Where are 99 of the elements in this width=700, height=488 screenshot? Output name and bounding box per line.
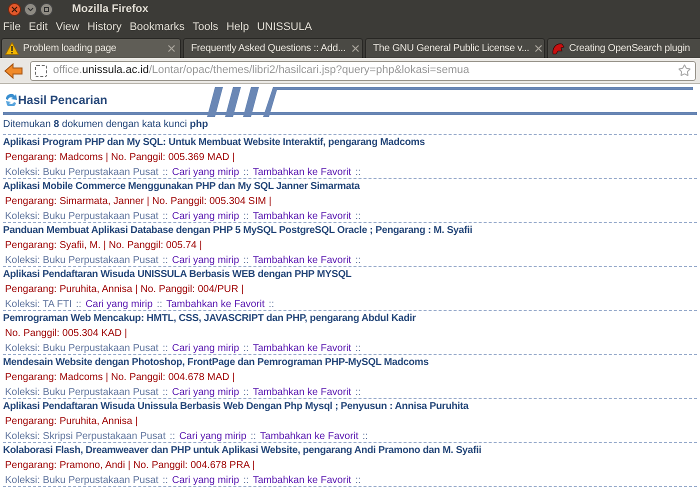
menu-item[interactable]: View xyxy=(56,18,80,36)
tab-title: Problem loading page xyxy=(23,42,118,56)
favorite-link[interactable]: Tambahkan ke Favorit xyxy=(260,429,358,444)
url-text: office.unissula.ac.id/Lontar/opac/themes/libri2/hasilcari.jsp?query=php&lokasi=semua xyxy=(53,63,470,78)
browser-tab[interactable]: Creating OpenSearch plugin xyxy=(547,38,700,58)
menu-item[interactable]: Help xyxy=(226,18,249,36)
separator: :: xyxy=(170,430,176,444)
menu-item[interactable]: Tools xyxy=(192,18,218,36)
separator: :: xyxy=(162,474,168,488)
result-meta: Pengarang: Puruhita, Annisa | xyxy=(4,415,139,429)
separator: :: xyxy=(243,474,249,488)
address-bar[interactable]: office.unissula.ac.id/Lontar/opac/themes/libri2/hasilcari.jsp?query=php&lokasi=semua xyxy=(30,60,696,80)
separator: :: xyxy=(162,210,168,224)
collection-label: Koleksi: Buku Perpustakaan Pusat xyxy=(5,254,158,268)
similar-link[interactable]: Cari yang mirip xyxy=(172,209,240,224)
favorite-link[interactable]: Tambahkan ke Favorit xyxy=(252,165,352,180)
back-arrow-icon[interactable] xyxy=(4,62,24,80)
tab-title: Creating OpenSearch plugin xyxy=(569,42,691,56)
separator: :: xyxy=(268,298,274,312)
result-title-link[interactable]: Aplikasi Mobile Commerce Menggunakan PHP dan My SQL Janner Simarmata xyxy=(3,179,697,194)
result-meta: Pengarang: Madcoms | No. Panggil: 005.369 MAD | xyxy=(4,151,236,165)
separator: :: xyxy=(243,210,249,224)
tab-title: The GNU General Public License v... xyxy=(373,42,530,56)
warning-icon xyxy=(5,42,19,55)
separator: :: xyxy=(355,474,361,488)
separator: :: xyxy=(162,254,168,268)
square-icon xyxy=(44,6,49,12)
page-icon xyxy=(35,64,47,76)
similar-link[interactable]: Cari yang mirip xyxy=(172,165,240,180)
favorite-link[interactable]: Tambahkan ke Favorit xyxy=(252,341,352,356)
window-title: Mozilla Firefox xyxy=(72,2,148,17)
separator: :: xyxy=(243,386,249,400)
result-title-link[interactable]: Aplikasi Pendaftaran Wisuda Unissula Berbasis Web Dengan Php Mysql ; Penyusun : Annisa Puruhita xyxy=(3,399,697,414)
result-title-link[interactable]: Mendesain Website dengan Photoshop, FrontPage dan Pemrograman PHP-MySQL Madcoms xyxy=(3,355,697,370)
result-meta: No. Panggil: 005.304 KAD | xyxy=(4,327,128,341)
menu-item[interactable]: File xyxy=(3,18,21,36)
bookmark-star-icon[interactable] xyxy=(678,64,691,77)
result-title-link[interactable]: Panduan Membuat Aplikasi Database dengan PHP 5 MySQL PostgreSQL Oracle ; Pengarang : M. Syafii xyxy=(3,223,697,238)
favorite-link[interactable]: Tambahkan ke Favorit xyxy=(252,473,352,488)
collection-label: Koleksi: TA FTI xyxy=(5,298,72,312)
result-title-link[interactable]: Kolaborasi Flash, Dreamweaver dan PHP untuk Aplikasi Website, pengarang Andi Pramono dan M. Syafii xyxy=(3,443,697,458)
separator: :: xyxy=(162,166,168,180)
close-icon[interactable] xyxy=(350,43,361,54)
favorite-link[interactable]: Tambahkan ke Favorit xyxy=(252,385,352,400)
separator: :: xyxy=(250,430,256,444)
result-title-link[interactable]: Aplikasi Pendaftaran Wisuda UNISSULA Berbasis WEB dengan PHP MYSQL xyxy=(3,267,697,282)
browser-tab[interactable]: Frequently Asked Questions :: Add... xyxy=(183,38,363,58)
menu-item[interactable]: Edit xyxy=(28,18,48,36)
separator: :: xyxy=(355,342,361,356)
separator: :: xyxy=(76,298,82,312)
browser-tab[interactable]: The GNU General Public License v... xyxy=(365,38,545,58)
page-heading: Hasil Pencarian xyxy=(18,92,108,108)
separator: :: xyxy=(243,342,249,356)
similar-link[interactable]: Cari yang mirip xyxy=(172,473,240,488)
favorite-link[interactable]: Tambahkan ke Favorit xyxy=(166,297,265,312)
similar-link[interactable]: Cari yang mirip xyxy=(172,341,240,356)
favorite-link[interactable]: Tambahkan ke Favorit xyxy=(252,253,352,268)
result-meta: Pengarang: Madcoms | No. Panggil: 004.678 MAD | xyxy=(4,371,236,385)
result-meta: Pengarang: Puruhita, Annisa | No. Panggil: 004/PUR | xyxy=(4,283,245,297)
collection-label: Koleksi: Buku Perpustakaan Pusat xyxy=(5,386,158,400)
similar-link[interactable]: Cari yang mirip xyxy=(172,253,240,268)
separator: :: xyxy=(355,166,361,180)
dragon-icon xyxy=(551,42,565,56)
minimize-button[interactable] xyxy=(24,2,37,16)
close-icon[interactable] xyxy=(533,43,544,54)
separator: :: xyxy=(362,430,368,444)
close-button[interactable] xyxy=(8,2,21,16)
separator: :: xyxy=(243,166,249,180)
result-title-link[interactable]: Aplikasi Program PHP dan My SQL: Untuk Membuat Website Interaktif, pengarang Madcoms xyxy=(3,135,697,150)
collection-label: Koleksi: Skripsi Perpustakaan Pusat xyxy=(5,430,166,444)
similar-link[interactable]: Cari yang mirip xyxy=(85,297,153,312)
separator: :: xyxy=(355,210,361,224)
tab-title: Frequently Asked Questions :: Add... xyxy=(191,42,346,56)
separator: :: xyxy=(355,254,361,268)
maximize-button[interactable] xyxy=(40,2,53,16)
menu-item[interactable]: UNISSULA xyxy=(256,18,312,36)
separator: :: xyxy=(355,386,361,400)
search-summary: Ditemukan 8 dokumen dengan kata kunci php xyxy=(3,117,697,135)
collection-label: Koleksi: Buku Perpustakaan Pusat xyxy=(5,210,158,224)
close-icon xyxy=(10,4,19,14)
favorite-link[interactable]: Tambahkan ke Favorit xyxy=(252,209,352,224)
separator: :: xyxy=(162,342,168,356)
result-title-link[interactable]: Pemrograman Web Mencakup: HMTL, CSS, JAVASCRIPT dan PHP, pengarang Abdul Kadir xyxy=(3,311,697,326)
result-meta: Pengarang: Pramono, Andi | No. Panggil: 004.678 PRA | xyxy=(4,459,256,473)
menu-item[interactable]: Bookmarks xyxy=(130,18,185,36)
refresh-arrow-icon xyxy=(4,93,18,106)
collection-label: Koleksi: Buku Perpustakaan Pusat xyxy=(5,342,158,356)
similar-link[interactable]: Cari yang mirip xyxy=(172,385,240,400)
similar-link[interactable]: Cari yang mirip xyxy=(179,429,246,444)
browser-tab[interactable]: Problem loading page xyxy=(1,38,181,58)
collection-label: Koleksi: Buku Perpustakaan Pusat xyxy=(5,166,158,180)
menu-item[interactable]: History xyxy=(87,18,122,36)
separator: :: xyxy=(162,386,168,400)
separator: :: xyxy=(156,298,162,312)
separator: :: xyxy=(243,254,249,268)
close-icon[interactable] xyxy=(166,43,177,54)
result-meta: Pengarang: Simarmata, Janner | No. Panggil: 005.304 SIM | xyxy=(4,195,272,209)
collection-label: Koleksi: Buku Perpustakaan Pusat xyxy=(5,474,158,488)
result-meta: Pengarang: Syafii, M. | No. Panggil: 005.74 | xyxy=(4,239,203,253)
